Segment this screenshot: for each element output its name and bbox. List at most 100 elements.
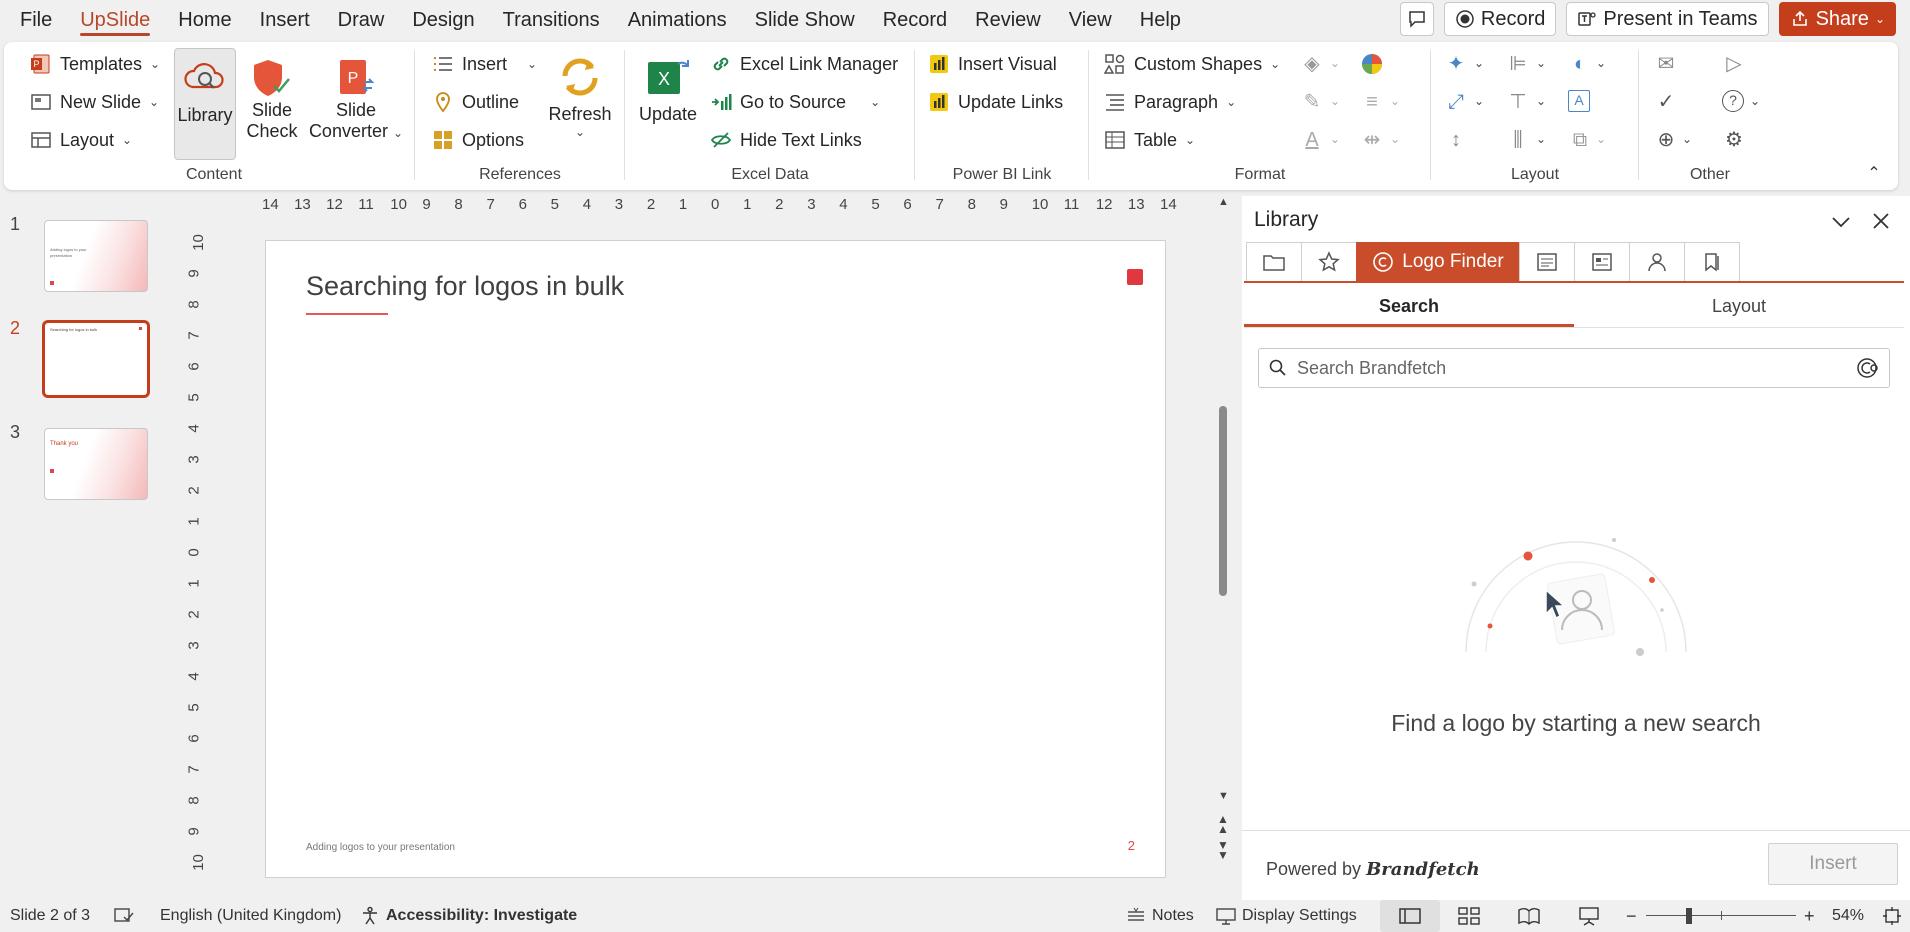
go-to-source-button[interactable]: Go to Source ⌄: [710, 86, 880, 118]
shape-icon[interactable]: ◐: [1568, 52, 1592, 76]
slide-thumbnail-3[interactable]: Thank you: [44, 428, 148, 500]
slide-check-button[interactable]: Slide Check: [240, 48, 304, 160]
present-in-teams-button[interactable]: Present in Teams: [1566, 2, 1769, 36]
slide-thumbnail-1[interactable]: Adding logos to your presentation: [44, 220, 148, 292]
comments-button[interactable]: [1399, 2, 1434, 36]
insert-logo-button[interactable]: Insert: [1768, 843, 1898, 885]
menu-home[interactable]: Home: [164, 0, 245, 40]
chevron-down-icon[interactable]: ⌄: [1474, 56, 1484, 70]
menu-help[interactable]: Help: [1126, 0, 1195, 40]
slide-title[interactable]: Searching for logos in bulk: [306, 271, 624, 302]
zoom-thumb[interactable]: [1686, 908, 1692, 924]
close-icon[interactable]: [1872, 212, 1890, 230]
chevron-down-icon[interactable]: ⌄: [1682, 132, 1692, 146]
zoom-slider[interactable]: [1646, 900, 1796, 932]
accessibility-button[interactable]: Accessibility: Investigate: [360, 900, 577, 932]
vertical-scrollbar[interactable]: ▲ ▼ ▲ ▲ ▼ ▼: [1216, 196, 1230, 866]
zoom-out-button[interactable]: −: [1626, 900, 1637, 932]
tab-templates[interactable]: [1574, 242, 1630, 282]
paragraph-button[interactable]: Paragraph ⌄: [1104, 86, 1236, 118]
chevron-down-icon[interactable]: ⌄: [1390, 132, 1400, 146]
menu-design[interactable]: Design: [398, 0, 488, 40]
align-text-icon[interactable]: ≡: [1360, 90, 1384, 114]
fill-color-icon[interactable]: ◈: [1300, 52, 1324, 76]
chevron-down-icon[interactable]: ⌄: [1330, 94, 1340, 108]
tab-slides[interactable]: [1519, 242, 1575, 282]
menu-upslide[interactable]: UpSlide: [66, 0, 164, 40]
menu-review[interactable]: Review: [961, 0, 1055, 40]
record-button[interactable]: Record: [1443, 2, 1557, 36]
hide-text-links-button[interactable]: Hide Text Links: [710, 124, 862, 156]
group-icon[interactable]: ⧉: [1568, 128, 1592, 152]
insert-reference-button[interactable]: Insert ⌄: [432, 48, 537, 80]
chevron-down-icon[interactable]: [1830, 214, 1852, 230]
view-sorter-button[interactable]: [1458, 900, 1480, 932]
brandfetch-search-input[interactable]: Search Brandfetch: [1258, 348, 1890, 388]
scroll-up-icon[interactable]: ▲: [1218, 196, 1229, 208]
update-button[interactable]: X Update: [634, 48, 702, 160]
scroll-thumb[interactable]: [1219, 406, 1227, 596]
chevron-down-icon[interactable]: ⌄: [1536, 132, 1546, 146]
spellcheck-button[interactable]: [114, 900, 134, 932]
view-slideshow-button[interactable]: [1578, 900, 1600, 932]
chevron-down-icon[interactable]: ⌄: [1330, 56, 1340, 70]
menu-animations[interactable]: Animations: [614, 0, 741, 40]
height-icon[interactable]: ↕: [1444, 128, 1468, 152]
subtab-search[interactable]: Search: [1244, 286, 1574, 327]
gear-icon[interactable]: ⚙: [1722, 128, 1746, 152]
tab-favorites[interactable]: [1301, 242, 1357, 282]
update-links-button[interactable]: Update Links: [928, 86, 1063, 118]
excel-link-manager-button[interactable]: Excel Link Manager: [710, 48, 898, 80]
new-slide-button[interactable]: New Slide ⌄: [30, 86, 159, 118]
custom-shapes-button[interactable]: Custom Shapes ⌄: [1104, 48, 1280, 80]
menu-view[interactable]: View: [1055, 0, 1126, 40]
slide-converter-button[interactable]: P Slide Converter ⌄: [306, 48, 406, 160]
video-icon[interactable]: ▷: [1722, 52, 1746, 76]
chevron-down-icon[interactable]: ⌄: [1330, 132, 1340, 146]
outline-button[interactable]: Outline: [432, 86, 519, 118]
library-button[interactable]: Library: [174, 48, 236, 160]
chevron-down-icon[interactable]: ⌄: [1596, 132, 1606, 146]
chevron-down-icon[interactable]: ⌄: [1750, 94, 1760, 108]
notes-button[interactable]: Notes: [1126, 900, 1194, 932]
line-color-icon[interactable]: ✎: [1300, 90, 1324, 114]
spacing-icon[interactable]: ⇹: [1360, 128, 1384, 152]
help-icon[interactable]: ?: [1722, 90, 1744, 112]
resize-icon[interactable]: ⤢: [1444, 90, 1468, 114]
menu-file[interactable]: File: [6, 0, 66, 40]
tab-people[interactable]: [1629, 242, 1685, 282]
mail-icon[interactable]: ✉: [1654, 52, 1678, 76]
chevron-down-icon[interactable]: ⌄: [1474, 94, 1484, 108]
zoom-in-button[interactable]: +: [1804, 900, 1815, 932]
previous-slide-icon[interactable]: ▲ ▲: [1217, 813, 1229, 835]
align-top-icon[interactable]: ⊤: [1506, 90, 1530, 114]
table-button[interactable]: Table ⌄: [1104, 124, 1195, 156]
chevron-down-icon[interactable]: ⌄: [1390, 94, 1400, 108]
slide-count[interactable]: Slide 2 of 3: [10, 900, 90, 932]
chevron-down-icon[interactable]: ⌄: [1536, 94, 1546, 108]
layout-button[interactable]: Layout ⌄: [30, 124, 132, 156]
font-color-icon[interactable]: A: [1300, 128, 1324, 152]
collapse-ribbon-icon[interactable]: ⌃: [1862, 162, 1886, 186]
display-settings-button[interactable]: Display Settings: [1216, 900, 1357, 932]
templates-button[interactable]: P Templates ⌄: [30, 48, 160, 80]
distribute-icon[interactable]: ⫼: [1506, 128, 1530, 152]
chevron-down-icon[interactable]: ⌄: [1536, 56, 1546, 70]
slide-canvas[interactable]: Searching for logos in bulk Adding logos…: [265, 240, 1166, 878]
magic-wand-icon[interactable]: ✦: [1444, 52, 1468, 76]
menu-draw[interactable]: Draw: [324, 0, 399, 40]
scroll-down-icon[interactable]: ▼: [1218, 790, 1229, 802]
refresh-button[interactable]: Refresh ⌄: [544, 48, 616, 160]
options-button[interactable]: Options: [432, 124, 524, 156]
share-button[interactable]: Share ⌄: [1778, 2, 1896, 36]
tab-folder[interactable]: [1246, 242, 1302, 282]
text-box-icon[interactable]: A: [1568, 90, 1590, 112]
checkmark-icon[interactable]: ✓: [1654, 90, 1678, 114]
menu-transitions[interactable]: Transitions: [489, 0, 614, 40]
subtab-layout[interactable]: Layout: [1574, 286, 1904, 327]
slide-footer[interactable]: Adding logos to your presentation: [306, 842, 455, 853]
insert-visual-button[interactable]: Insert Visual: [928, 48, 1057, 80]
zoom-level[interactable]: 54%: [1832, 900, 1864, 932]
tab-logo-finder[interactable]: Logo Finder: [1356, 242, 1520, 282]
view-reading-button[interactable]: [1518, 900, 1540, 932]
